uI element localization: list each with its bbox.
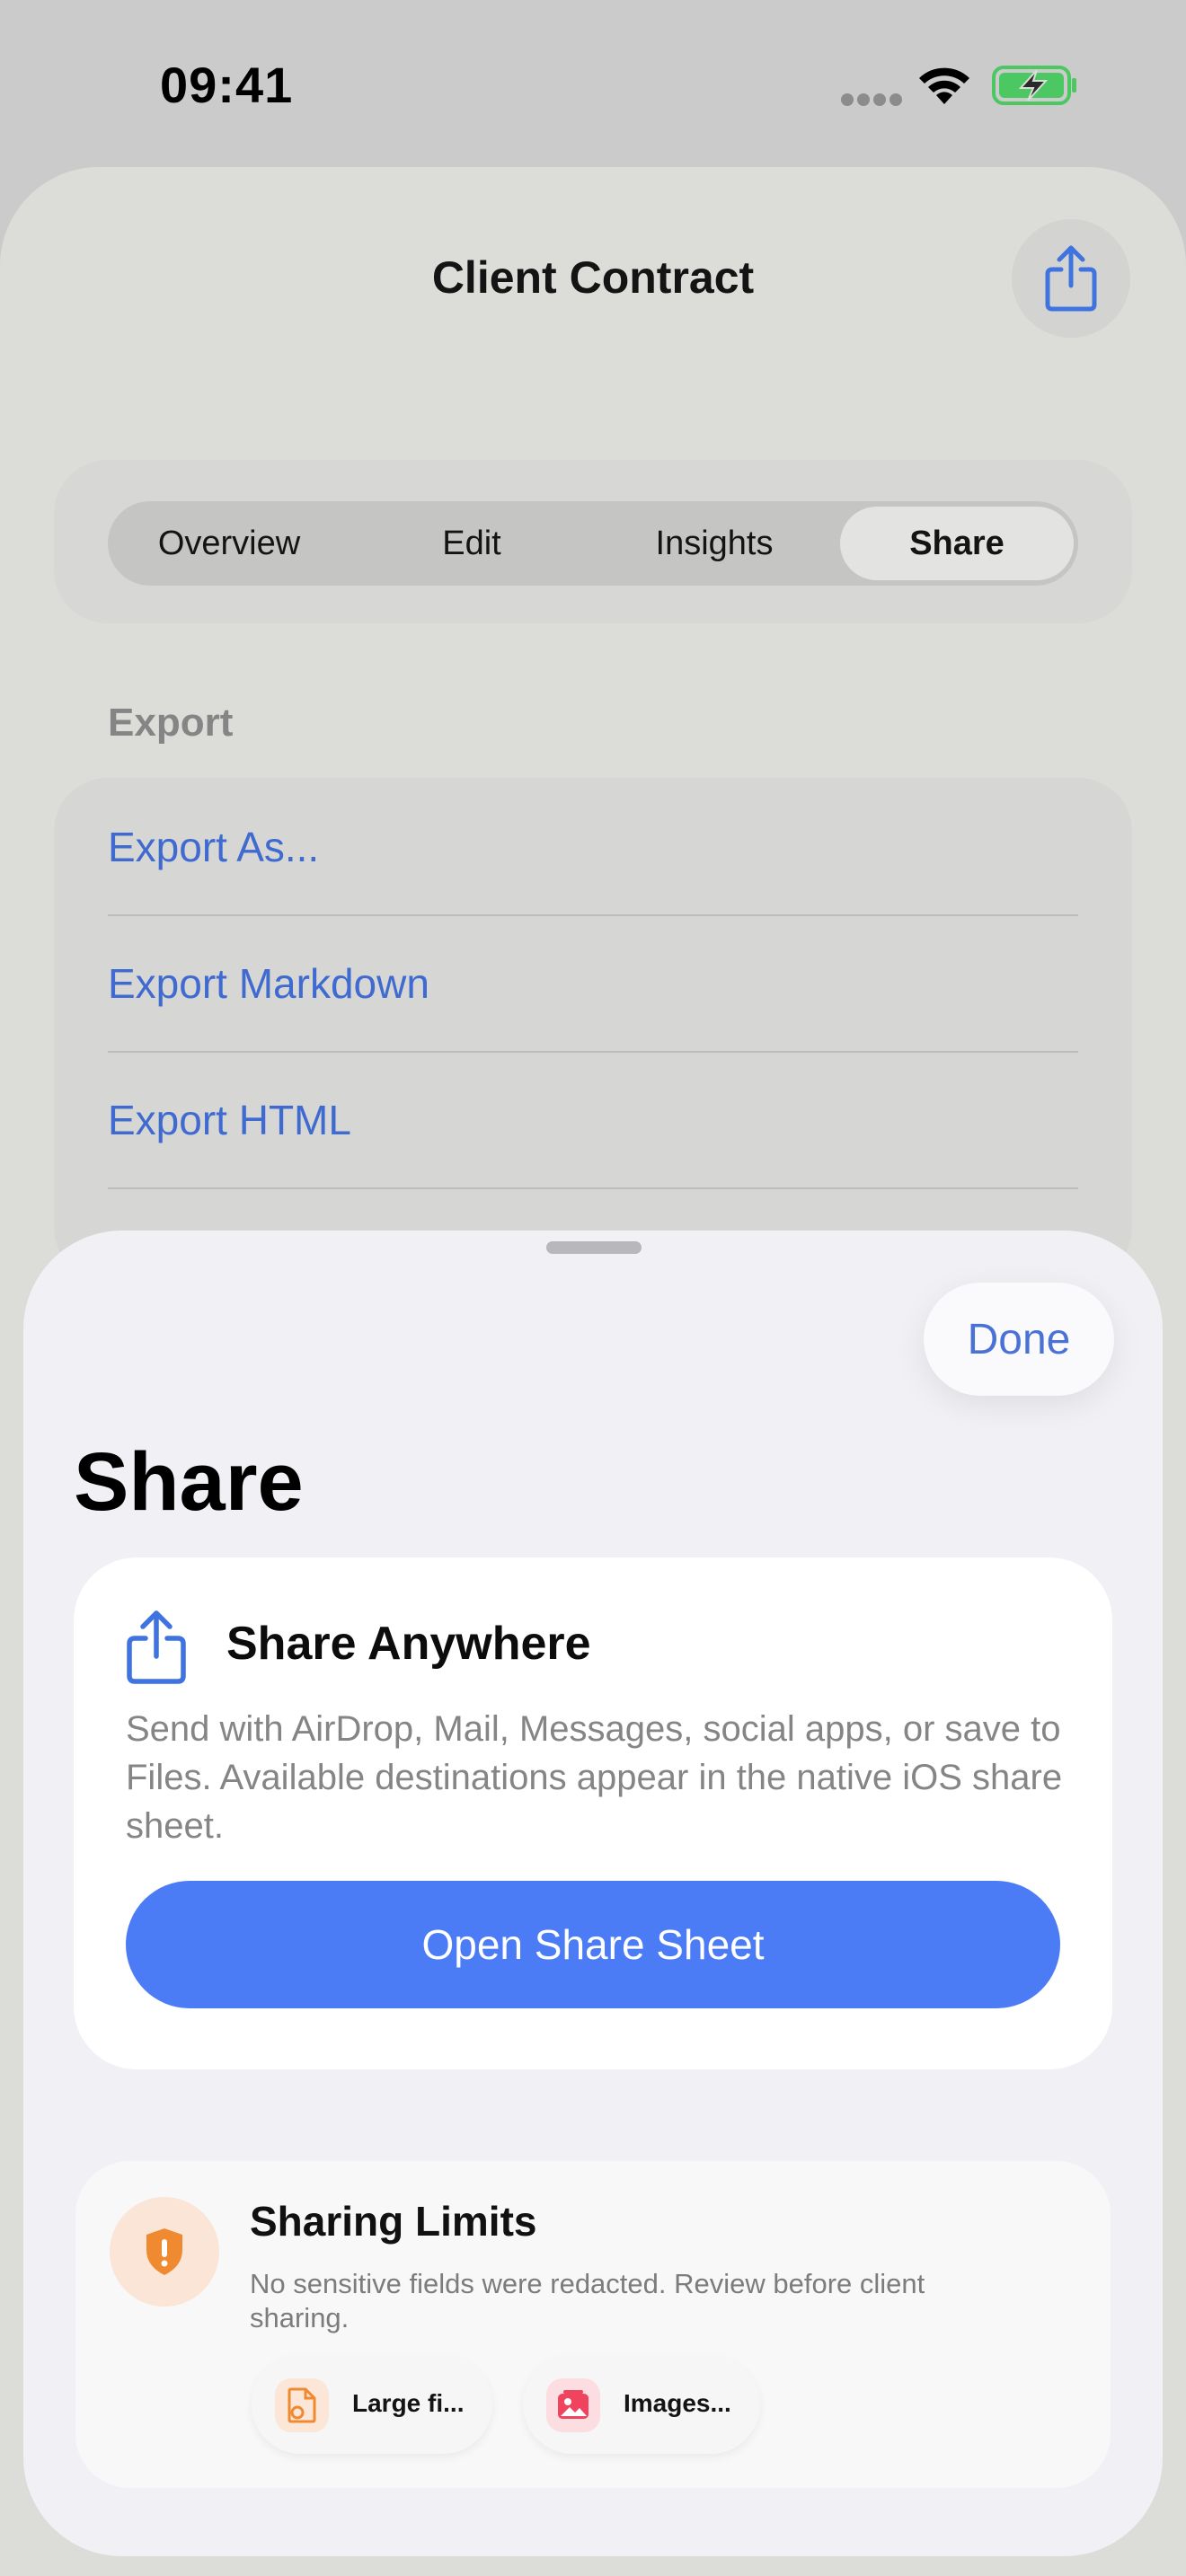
sheet-grabber[interactable] [546, 1241, 642, 1254]
export-markdown-item[interactable]: Export Markdown [108, 916, 1078, 1053]
wifi-icon [919, 67, 969, 104]
sharing-limits-title: Sharing Limits [250, 2198, 537, 2245]
shield-exclamation-icon [146, 2228, 182, 2275]
export-html-item[interactable]: Export HTML [108, 1053, 1078, 1189]
share-icon [1045, 245, 1097, 312]
status-time: 09:41 [160, 57, 294, 113]
chip-label: Large fi... [352, 2389, 465, 2417]
page-title: Client Contract [431, 252, 755, 303]
battery-charging-icon [992, 66, 1076, 105]
segmented-control: Overview Edit Insights Share [108, 501, 1078, 586]
file-settings-icon [275, 2378, 329, 2432]
export-section-label: Export [108, 701, 234, 745]
done-button[interactable]: Done [924, 1283, 1114, 1396]
images-chip[interactable]: Images... [523, 2355, 760, 2454]
image-icon [546, 2378, 600, 2432]
tab-edit[interactable]: Edit [350, 501, 593, 586]
tab-share[interactable]: Share [840, 507, 1074, 580]
cellular-signal-icon [841, 93, 902, 106]
export-as-item[interactable]: Export As... [108, 780, 1078, 916]
open-share-sheet-button[interactable]: Open Share Sheet [126, 1881, 1060, 2008]
share-anywhere-title: Share Anywhere [226, 1618, 591, 1670]
large-files-chip[interactable]: Large fi... [252, 2355, 492, 2454]
chip-label: Images... [624, 2389, 731, 2417]
tab-overview[interactable]: Overview [108, 501, 350, 586]
limits-icon-badge [110, 2197, 219, 2307]
sheet-title: Share [74, 1436, 304, 1528]
nav-share-button[interactable] [1012, 219, 1130, 338]
status-bar: 09:41 [0, 0, 1186, 171]
tab-insights[interactable]: Insights [593, 501, 836, 586]
share-anywhere-description: Send with AirDrop, Mail, Messages, socia… [126, 1709, 1063, 1846]
sharing-limits-description: No sensitive fields were redacted. Revie… [250, 2268, 925, 2333]
share-icon [127, 1610, 186, 1684]
